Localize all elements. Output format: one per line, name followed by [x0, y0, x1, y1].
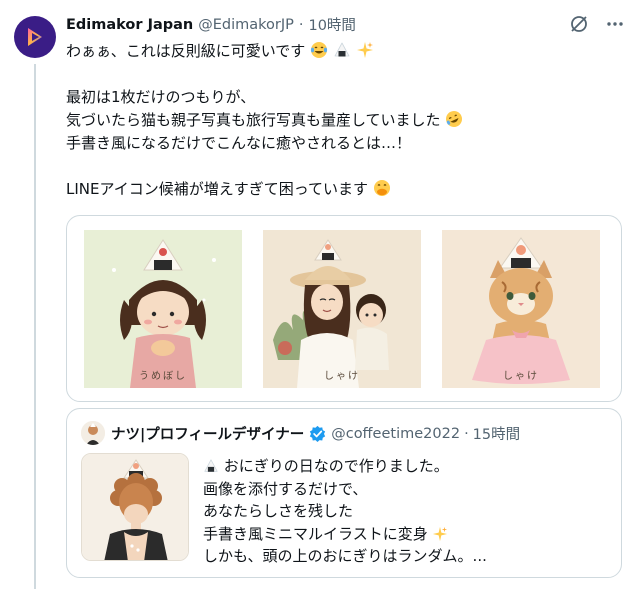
- avatar-illustration-icon: [81, 421, 105, 445]
- hand-over-mouth-emoji: [373, 180, 390, 196]
- quote-line: あなたらしさを残した: [203, 502, 354, 520]
- tweet-line: 気づいたら猫も親子写真も旅行写真も量産していました: [66, 109, 626, 132]
- tweet-time[interactable]: 10時間: [308, 14, 355, 35]
- media-gallery: うめぼし しゃけ しゃけ: [66, 215, 622, 402]
- quoted-tweet[interactable]: ナツ|プロフィールデザイナー @coffeetime2022 · 15時間 おに…: [66, 408, 622, 578]
- quote-time[interactable]: 15時間: [473, 423, 520, 444]
- meta-separator: ·: [298, 16, 304, 33]
- quote-line: しかも、頭の上のおにぎりはランダム。...: [203, 547, 487, 565]
- quote-author-avatar[interactable]: [81, 421, 105, 445]
- quote-line: 手書き風ミニマルイラストに変身: [203, 523, 613, 546]
- tweet-header: Edimakor Japan @EdimakorJP · 10時間: [66, 14, 356, 35]
- thread-line: [34, 64, 36, 589]
- woman-bun-illustration: [82, 454, 188, 560]
- header-actions: [568, 13, 626, 35]
- more-options-icon[interactable]: [604, 13, 626, 35]
- tweet-line: わぁぁ、これは反則級に可愛いです: [66, 40, 626, 63]
- grok-icon[interactable]: [568, 13, 590, 35]
- tweet-line: 手書き風になるだけでこんなに癒やされるとは…！: [66, 134, 412, 152]
- edimakor-logo-icon: [28, 28, 42, 46]
- rofl-emoji: [446, 111, 463, 127]
- tweet-line: LINEアイコン候補が増えすぎて困っています: [66, 178, 626, 201]
- quote-author-handle[interactable]: @coffeetime2022: [331, 426, 460, 442]
- author-handle[interactable]: @EdimakorJP: [198, 17, 294, 33]
- onigiri-emoji: [334, 42, 350, 57]
- meta-separator: ·: [464, 425, 469, 442]
- author-name[interactable]: Edimakor Japan: [66, 17, 193, 33]
- media-caption: しゃけ: [503, 371, 539, 382]
- sparkles-emoji: [433, 526, 448, 541]
- quote-author-name[interactable]: ナツ|プロフィールデザイナー: [111, 423, 304, 444]
- quote-header: ナツ|プロフィールデザイナー @coffeetime2022 · 15時間: [111, 423, 520, 444]
- media-image-1[interactable]: うめぼし: [84, 230, 242, 388]
- tweet-text: わぁぁ、これは反則級に可愛いです 最初は1枚だけのつもりが、 気づいたら猫も親子…: [66, 40, 626, 201]
- tweet-line: 最初は1枚だけのつもりが、: [66, 88, 256, 106]
- media-caption: しゃけ: [324, 371, 360, 382]
- quote-line: おにぎりの日なので作りました。: [203, 455, 613, 478]
- tears-of-joy-emoji: [310, 42, 328, 58]
- verified-badge-icon: [309, 425, 326, 442]
- media-image-2[interactable]: しゃけ: [263, 230, 421, 388]
- media-caption: うめぼし: [139, 371, 187, 382]
- onigiri-emoji: [204, 459, 218, 472]
- media-image-3[interactable]: しゃけ: [442, 230, 600, 388]
- author-avatar[interactable]: [14, 16, 56, 58]
- quote-text: おにぎりの日なので作りました。 画像を添付するだけで、 あなたらしさを残した 手…: [203, 455, 613, 568]
- tweet: Edimakor Japan @EdimakorJP · 10時間 わぁぁ、これ…: [0, 0, 640, 589]
- girl-onigiri-illustration: [84, 230, 242, 388]
- quote-thumbnail[interactable]: [81, 453, 189, 561]
- sparkles-emoji: [356, 42, 373, 58]
- cat-onigiri-illustration: [442, 230, 600, 388]
- quote-line: 画像を添付するだけで、: [203, 479, 368, 498]
- mother-child-illustration: [263, 230, 421, 388]
